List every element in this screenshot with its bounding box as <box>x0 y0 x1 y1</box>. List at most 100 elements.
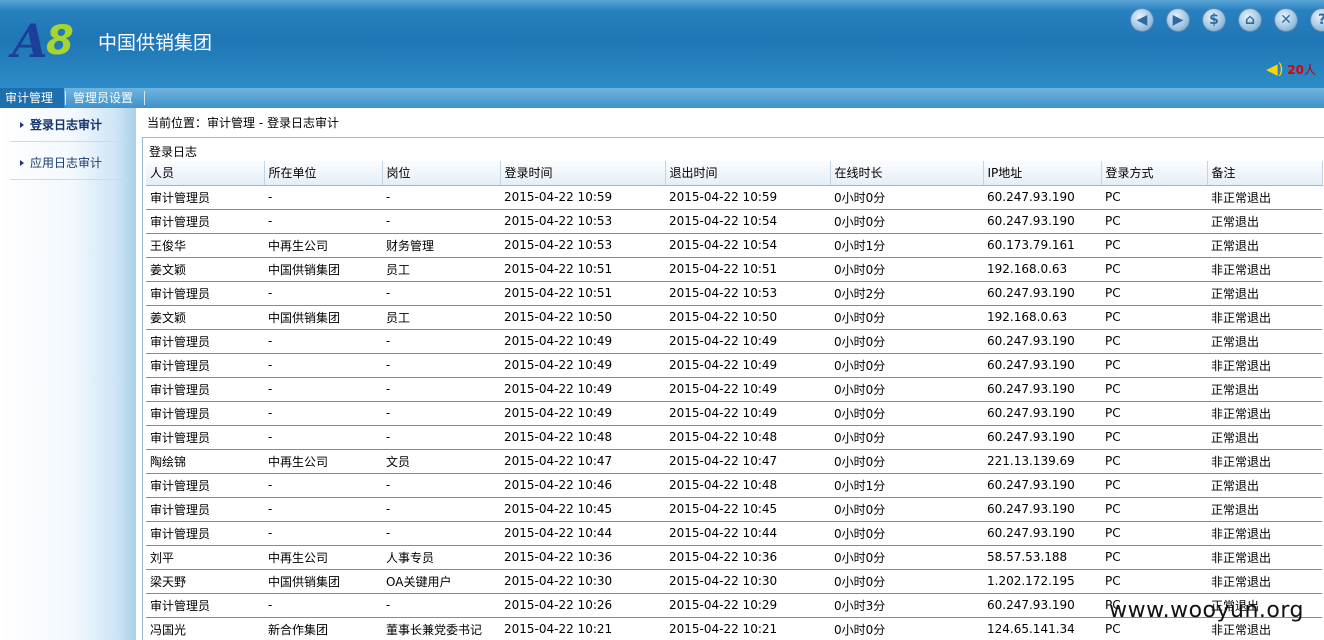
table-cell: PC <box>1101 209 1207 234</box>
table-cell: PC <box>1101 521 1207 546</box>
table-cell: 姜文颖 <box>146 257 264 282</box>
table-cell: 0小时0分 <box>830 353 983 378</box>
table-cell: 2015-04-22 10:49 <box>500 401 665 426</box>
help-icon[interactable]: ? <box>1310 8 1324 32</box>
column-header[interactable]: 登录时间 <box>500 161 666 186</box>
table-cell: PC <box>1101 545 1207 570</box>
table-cell: 文员 <box>382 449 500 474</box>
table-cell: 2015-04-22 10:36 <box>665 545 830 570</box>
arrow-right-icon <box>20 122 24 128</box>
column-header[interactable]: 岗位 <box>382 161 501 186</box>
panel-title: 登录日志 <box>149 145 198 159</box>
sidebar-item-login-log-audit[interactable]: 登录日志审计 <box>10 108 128 142</box>
column-header[interactable]: 所在单位 <box>264 161 383 186</box>
table-row[interactable]: 审计管理员 - -2015-04-22 10:59 2015-04-22 10:59 0… <box>146 185 1322 210</box>
table-cell: 正常退出 <box>1207 425 1322 450</box>
table-cell: 姜文颖 <box>146 305 264 330</box>
table-cell: - <box>264 593 382 618</box>
table-cell: - <box>382 593 500 618</box>
table-cell: 人事专员 <box>382 545 500 570</box>
table-cell: 2015-04-22 10:29 <box>665 593 830 618</box>
close-icon[interactable]: ✕ <box>1274 8 1298 32</box>
table-row[interactable]: 审计管理员 - -2015-04-22 10:48 2015-04-22 10:48 0… <box>146 425 1322 450</box>
table-cell: 非正常退出 <box>1207 545 1322 570</box>
table-cell: 王俊华 <box>146 233 264 258</box>
table-cell: 2015-04-22 10:49 <box>500 329 665 354</box>
table-cell: 2015-04-22 10:26 <box>500 593 665 618</box>
table-cell: 审计管理员 <box>146 329 264 354</box>
table-cell: PC <box>1101 401 1207 426</box>
table-cell: 0小时0分 <box>830 617 983 640</box>
table-row[interactable]: 王俊华 中再生公司 财务管理 2015-04-22 10:53 2015-04-22 1… <box>146 233 1322 258</box>
table-cell: 0小时1分 <box>830 233 983 258</box>
table-row[interactable]: 审计管理员 - -2015-04-22 10:51 2015-04-22 10:53 0… <box>146 281 1322 306</box>
table-cell: 60.247.93.190 <box>983 353 1101 378</box>
logo-number: 8 <box>46 18 74 64</box>
table-cell: 非正常退出 <box>1207 449 1322 474</box>
table-cell: 中再生公司 <box>264 233 382 258</box>
home-icon[interactable]: ⌂ <box>1238 8 1262 32</box>
breadcrumb-path: 审计管理 - 登录日志审计 <box>207 116 339 130</box>
table-cell: 60.247.93.190 <box>983 425 1101 450</box>
table-cell: 新合作集团 <box>264 617 382 640</box>
online-users[interactable]: ◀) 20人 <box>1266 60 1316 78</box>
table-cell: 58.57.53.188 <box>983 545 1101 570</box>
table-cell: PC <box>1101 257 1207 282</box>
table-cell: PC <box>1101 281 1207 306</box>
table-row[interactable]: 审计管理员 - -2015-04-22 10:49 2015-04-22 10:49 0… <box>146 401 1322 426</box>
table-cell: 中再生公司 <box>264 545 382 570</box>
table-cell: - <box>264 473 382 498</box>
table-cell: 2015-04-22 10:44 <box>665 521 830 546</box>
table-cell: 中国供销集团 <box>264 305 382 330</box>
table-cell: - <box>264 401 382 426</box>
table-row[interactable]: 梁天野 中国供销集团 OA关键用户 2015-04-22 10:30 2015-04-2… <box>146 569 1322 594</box>
table-row[interactable]: 姜文颖 中国供销集团 员工 2015-04-22 10:51 2015-04-22 10… <box>146 257 1322 282</box>
table-cell: 审计管理员 <box>146 401 264 426</box>
tab-admin-settings[interactable]: 管理员设置 <box>68 88 144 108</box>
table-cell: 非正常退出 <box>1207 569 1322 594</box>
table-cell: 0小时0分 <box>830 569 983 594</box>
table-cell: 0小时0分 <box>830 185 983 210</box>
column-header[interactable]: 登录方式 <box>1101 161 1208 186</box>
table-row[interactable]: 审计管理员 - -2015-04-22 10:46 2015-04-22 10:48 0… <box>146 473 1322 498</box>
column-header[interactable]: 退出时间 <box>665 161 831 186</box>
column-header[interactable]: IP地址 <box>983 161 1102 186</box>
online-unit: 人 <box>1303 63 1316 77</box>
table-cell: - <box>382 521 500 546</box>
table-cell: PC <box>1101 449 1207 474</box>
table-row[interactable]: 审计管理员 - -2015-04-22 10:44 2015-04-22 10:44 0… <box>146 521 1322 546</box>
a8-logo: A 8 <box>12 16 84 66</box>
back-icon[interactable]: ◀ <box>1130 8 1154 32</box>
table-cell: 审计管理员 <box>146 209 264 234</box>
forward-icon[interactable]: ▶ <box>1166 8 1190 32</box>
table-cell: 2015-04-22 10:44 <box>500 521 665 546</box>
table-cell: 2015-04-22 10:49 <box>665 353 830 378</box>
table-cell: 2015-04-22 10:47 <box>500 449 665 474</box>
table-row[interactable]: 审计管理员 - -2015-04-22 10:53 2015-04-22 10:54 0… <box>146 209 1322 234</box>
table-cell: 审计管理员 <box>146 521 264 546</box>
column-header[interactable]: 人员 <box>146 161 265 186</box>
table-cell: 审计管理员 <box>146 593 264 618</box>
table-cell: PC <box>1101 185 1207 210</box>
table-cell: PC <box>1101 233 1207 258</box>
table-row[interactable]: 审计管理员 - -2015-04-22 10:49 2015-04-22 10:49 0… <box>146 377 1322 402</box>
column-header[interactable]: 备注 <box>1207 161 1323 186</box>
table-row[interactable]: 陶绘锦 中再生公司 文员 2015-04-22 10:47 2015-04-22 10:… <box>146 449 1322 474</box>
table-row[interactable]: 刘平 中再生公司 人事专员 2015-04-22 10:36 2015-04-22 10… <box>146 545 1322 570</box>
table-row[interactable]: 审计管理员 - -2015-04-22 10:49 2015-04-22 10:49 0… <box>146 353 1322 378</box>
company-name: 中国供销集团 <box>98 32 213 54</box>
top-nav: 审计管理 管理员设置 <box>0 88 1324 108</box>
sidebar-item-label: 应用日志审计 <box>30 156 103 170</box>
table-cell: - <box>264 185 382 210</box>
tab-audit-management[interactable]: 审计管理 <box>0 88 64 108</box>
table-row[interactable]: 审计管理员 - -2015-04-22 10:49 2015-04-22 10:49 0… <box>146 329 1322 354</box>
table-row[interactable]: 姜文颖 中国供销集团 员工 2015-04-22 10:50 2015-04-22 10… <box>146 305 1322 330</box>
table-cell: 0小时0分 <box>830 377 983 402</box>
column-header[interactable]: 在线时长 <box>830 161 984 186</box>
switch-icon[interactable]: $ <box>1202 8 1226 32</box>
sidebar-item-app-log-audit[interactable]: 应用日志审计 <box>10 146 128 180</box>
table-cell: 0小时0分 <box>830 449 983 474</box>
table-row[interactable]: 审计管理员 - -2015-04-22 10:45 2015-04-22 10:45 0… <box>146 497 1322 522</box>
table-cell: 正常退出 <box>1207 473 1322 498</box>
table-cell: 刘平 <box>146 545 264 570</box>
